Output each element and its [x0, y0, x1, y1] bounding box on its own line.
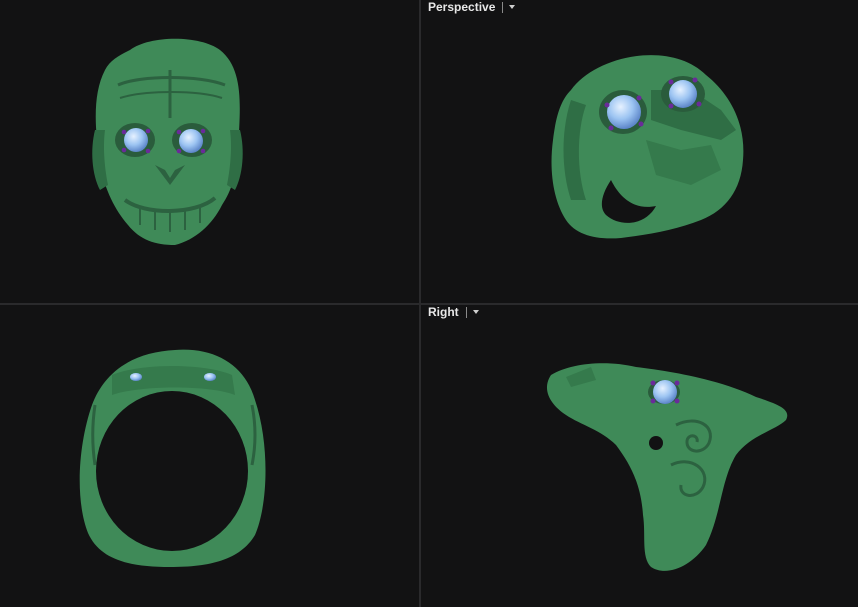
- viewport-divider-horizontal[interactable]: [0, 303, 858, 305]
- skull-ring-perspective-model: [551, 55, 744, 239]
- skull-ring-right-model: [546, 363, 788, 571]
- skull-ring-top-model: [79, 349, 266, 567]
- viewport-perspective[interactable]: Perspective: [421, 0, 858, 303]
- skull-ring-front-model: [92, 38, 243, 245]
- viewport-grid: Perspective Right: [0, 0, 858, 607]
- viewport-top[interactable]: [0, 305, 419, 607]
- viewport-right[interactable]: Right: [421, 305, 858, 607]
- viewport-front[interactable]: [0, 0, 419, 303]
